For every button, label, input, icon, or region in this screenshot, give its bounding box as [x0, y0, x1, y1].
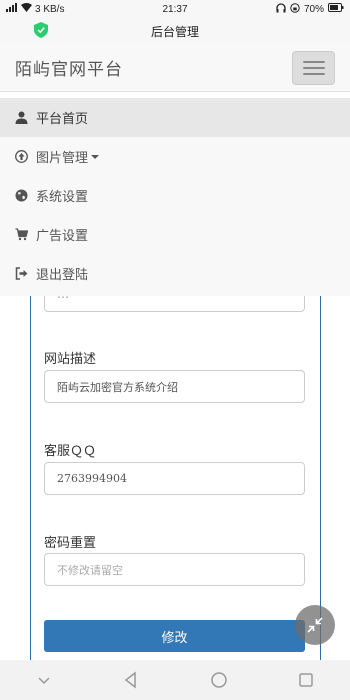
network-speed: 3 KB/s: [35, 3, 65, 15]
status-left: 3 KB/s: [6, 3, 64, 15]
upload-circle-icon: [15, 150, 28, 163]
wifi-icon: [21, 3, 32, 15]
status-bar: 3 KB/s 21:37 70%: [0, 0, 350, 18]
collapse-float-button[interactable]: [295, 605, 335, 645]
navbar: 陌屿官网平台: [0, 44, 350, 92]
submit-button[interactable]: 修改: [44, 620, 305, 652]
logout-icon: [15, 267, 28, 280]
menu-item-label: 系统设置: [36, 190, 89, 205]
desc-label: 网站描述: [44, 352, 97, 367]
site-title-input-partial[interactable]: …: [44, 296, 305, 312]
status-right: 70%: [276, 2, 344, 16]
chevron-down-icon[interactable]: [35, 671, 53, 689]
cart-icon: [15, 228, 28, 241]
battery-level: 70%: [303, 3, 324, 15]
app-title-bar: 后台管理: [0, 18, 350, 44]
shield-icon: [34, 22, 48, 38]
password-input[interactable]: 不修改请留空: [44, 553, 305, 586]
signal-icon: [6, 3, 18, 15]
menu-item-label: 图片管理: [36, 151, 89, 166]
menu-item-label: 退出登陆: [36, 268, 89, 283]
system-nav-bar: [0, 660, 350, 700]
menu-item-label: 平台首页: [36, 112, 89, 127]
lock-rotation-icon: [290, 2, 300, 16]
home-icon[interactable]: [210, 671, 228, 689]
headphone-icon: [276, 2, 286, 16]
caret-down-icon: [91, 154, 100, 159]
back-icon[interactable]: [122, 671, 140, 689]
menu-item-home[interactable]: 平台首页: [0, 98, 350, 137]
password-label: 密码重置: [44, 536, 97, 551]
partial-input-text: …: [57, 296, 69, 301]
menu-item-ads[interactable]: 广告设置: [0, 215, 350, 254]
app-title: 后台管理: [150, 24, 199, 39]
qq-label: 客服ＱＱ: [44, 444, 97, 459]
hamburger-line: [302, 66, 325, 69]
menu-item-logout[interactable]: 退出登陆: [0, 254, 350, 293]
desc-input[interactable]: 陌屿云加密官方系统介绍: [44, 370, 305, 403]
menu-item-images[interactable]: 图片管理: [0, 137, 350, 176]
qq-input[interactable]: 2763994904: [44, 462, 305, 495]
nav-menu: 平台首页 图片管理 系统设置 广告设置 退出登陆: [0, 98, 350, 296]
battery-icon: [328, 3, 344, 15]
menu-item-label: 广告设置: [36, 229, 89, 244]
collapse-arrows-icon: [307, 617, 323, 633]
menu-toggle-button[interactable]: [292, 50, 335, 85]
recent-apps-icon[interactable]: [297, 671, 315, 689]
user-icon: [15, 111, 28, 124]
hamburger-line: [302, 60, 325, 63]
menu-item-system[interactable]: 系统设置: [0, 176, 350, 215]
hamburger-line: [302, 72, 325, 75]
globe-icon: [15, 189, 28, 202]
brand-logo[interactable]: 陌屿官网平台: [15, 55, 123, 80]
